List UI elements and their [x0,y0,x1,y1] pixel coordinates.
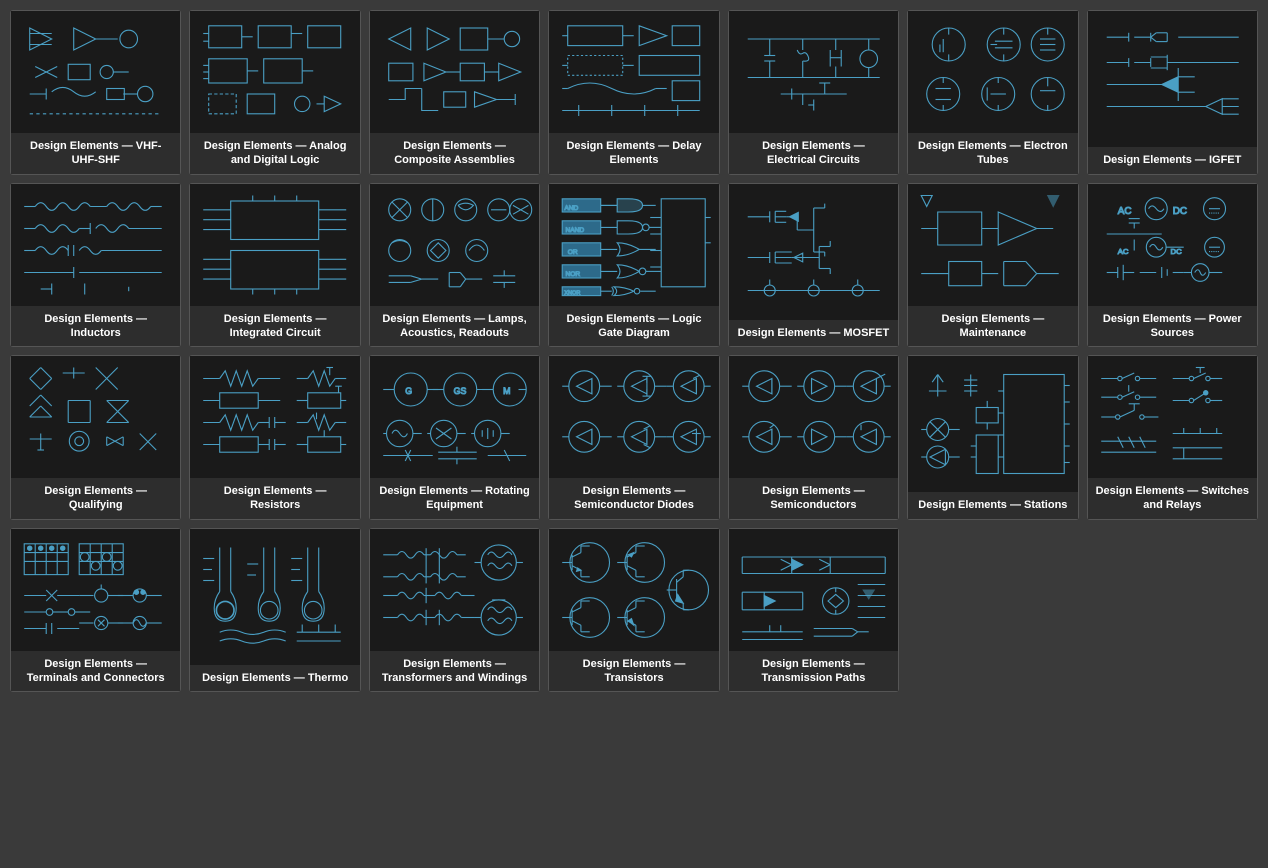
card-image-qualifying [11,356,180,478]
card-label-maintenance: Design Elements — Maintenance [908,306,1077,347]
card-power-sources[interactable]: AC DC AC DC [1087,183,1258,348]
card-transformers[interactable]: Design Elements — Transformers and Windi… [369,528,540,693]
svg-text:G: G [405,386,412,396]
card-image-stations [908,356,1077,492]
card-label-switches: Design Elements — Switches and Relays [1088,478,1257,519]
card-grid: Design Elements — VHF-UHF-SHF [10,10,1258,692]
card-label-mosfet: Design Elements — MOSFET [729,320,898,346]
card-label-igfet: Design Elements — IGFET [1088,147,1257,173]
svg-text:NOR: NOR [566,270,581,277]
card-image-composite [370,11,539,133]
card-analog-digital[interactable]: Design Elements — Analog and Digital Log… [189,10,360,175]
card-stations[interactable]: Design Elements — Stations [907,355,1078,520]
svg-text:OR: OR [568,248,578,255]
card-thermo[interactable]: Design Elements — Thermo [189,528,360,693]
card-qualifying[interactable]: Design Elements — Qualifying [10,355,181,520]
card-image-maintenance [908,184,1077,306]
svg-text:AC: AC [1117,206,1131,217]
card-image-logicgate: AND NAND OR NOR [549,184,718,306]
card-label-semiconductors: Design Elements — Semiconductors [729,478,898,519]
card-label-rotating: Design Elements — Rotating Equipment [370,478,539,519]
card-image-power: AC DC AC DC [1088,184,1257,306]
card-image-switches [1088,356,1257,478]
svg-text:NAND: NAND [566,226,585,233]
card-igfet[interactable]: Design Elements — IGFET [1087,10,1258,175]
card-image-rotating: G GS M [370,356,539,478]
filler-1 [907,528,1078,693]
card-label-resistors: Design Elements — Resistors [190,478,359,519]
card-label-power: Design Elements — Power Sources [1088,306,1257,347]
card-delay[interactable]: Design Elements — Delay Elements [548,10,719,175]
card-label-inductors: Design Elements — Inductors [11,306,180,347]
card-label-stations: Design Elements — Stations [908,492,1077,518]
card-image-delay [549,11,718,133]
card-label-electron: Design Elements — Electron Tubes [908,133,1077,174]
card-label-qualifying: Design Elements — Qualifying [11,478,180,519]
card-label-semidiodes: Design Elements — Semiconductor Diodes [549,478,718,519]
card-semiconductors[interactable]: Design Elements — Semiconductors [728,355,899,520]
card-transistors[interactable]: Design Elements — Transistors [548,528,719,693]
card-label-lamps: Design Elements — Lamps, Acoustics, Read… [370,306,539,347]
card-electron-tubes[interactable]: Design Elements — Electron Tubes [907,10,1078,175]
card-label-thermo: Design Elements — Thermo [190,665,359,691]
card-mosfet[interactable]: Design Elements — MOSFET [728,183,899,348]
svg-text:GS: GS [453,386,466,396]
card-logic-gate[interactable]: AND NAND OR NOR [548,183,719,348]
card-label-terminals: Design Elements — Terminals and Connecto… [11,651,180,692]
card-label-ic: Design Elements — Integrated Circuit [190,306,359,347]
card-lamps[interactable]: Design Elements — Lamps, Acoustics, Read… [369,183,540,348]
card-label-transistors: Design Elements — Transistors [549,651,718,692]
card-image-thermo [190,529,359,665]
card-inductors[interactable]: Design Elements — Inductors [10,183,181,348]
card-image-semidiodes [549,356,718,478]
card-transmission[interactable]: Design Elements — Transmission Paths [728,528,899,693]
svg-text:AND: AND [565,204,579,211]
card-image-electron [908,11,1077,133]
svg-text:DC: DC [1170,246,1182,255]
card-image-analog [190,11,359,133]
card-image-ic [190,184,359,306]
card-label-vhf: Design Elements — VHF-UHF-SHF [11,133,180,174]
card-semiconductor-diodes[interactable]: Design Elements — Semiconductor Diodes [548,355,719,520]
card-image-vhf [11,11,180,133]
svg-text:DC: DC [1172,206,1186,217]
card-resistors[interactable]: Design Elements — Resistors [189,355,360,520]
card-integrated-circuit[interactable]: Design Elements — Integrated Circuit [189,183,360,348]
card-image-electrical [729,11,898,133]
card-vhf-uhf-shf[interactable]: Design Elements — VHF-UHF-SHF [10,10,181,175]
card-image-transistors [549,529,718,651]
card-label-electrical: Design Elements — Electrical Circuits [729,133,898,174]
card-composite[interactable]: Design Elements — Composite Assemblies [369,10,540,175]
card-image-igfet [1088,11,1257,147]
card-image-mosfet [729,184,898,320]
card-label-analog: Design Elements — Analog and Digital Log… [190,133,359,174]
card-image-terminals [11,529,180,651]
card-image-transformers [370,529,539,651]
card-label-composite: Design Elements — Composite Assemblies [370,133,539,174]
card-label-transmission: Design Elements — Transmission Paths [729,651,898,692]
card-electrical[interactable]: Design Elements — Electrical Circuits [728,10,899,175]
card-terminals[interactable]: Design Elements — Terminals and Connecto… [10,528,181,693]
card-rotating[interactable]: G GS M [369,355,540,520]
filler-2 [1087,528,1258,693]
card-label-logic-gate: Design Elements — Logic Gate Diagram [549,306,718,347]
card-image-resistors [190,356,359,478]
card-image-transmission [729,529,898,651]
card-image-inductors [11,184,180,306]
card-label-transformers: Design Elements — Transformers and Windi… [370,651,539,692]
svg-text:AC: AC [1117,246,1128,255]
card-maintenance[interactable]: Design Elements — Maintenance [907,183,1078,348]
card-label-delay: Design Elements — Delay Elements [549,133,718,174]
card-image-lamps [370,184,539,306]
svg-text:M: M [503,386,510,396]
svg-text:XNOR: XNOR [565,290,581,296]
card-image-semiconductors [729,356,898,478]
card-switches-relays[interactable]: Design Elements — Switches and Relays [1087,355,1258,520]
